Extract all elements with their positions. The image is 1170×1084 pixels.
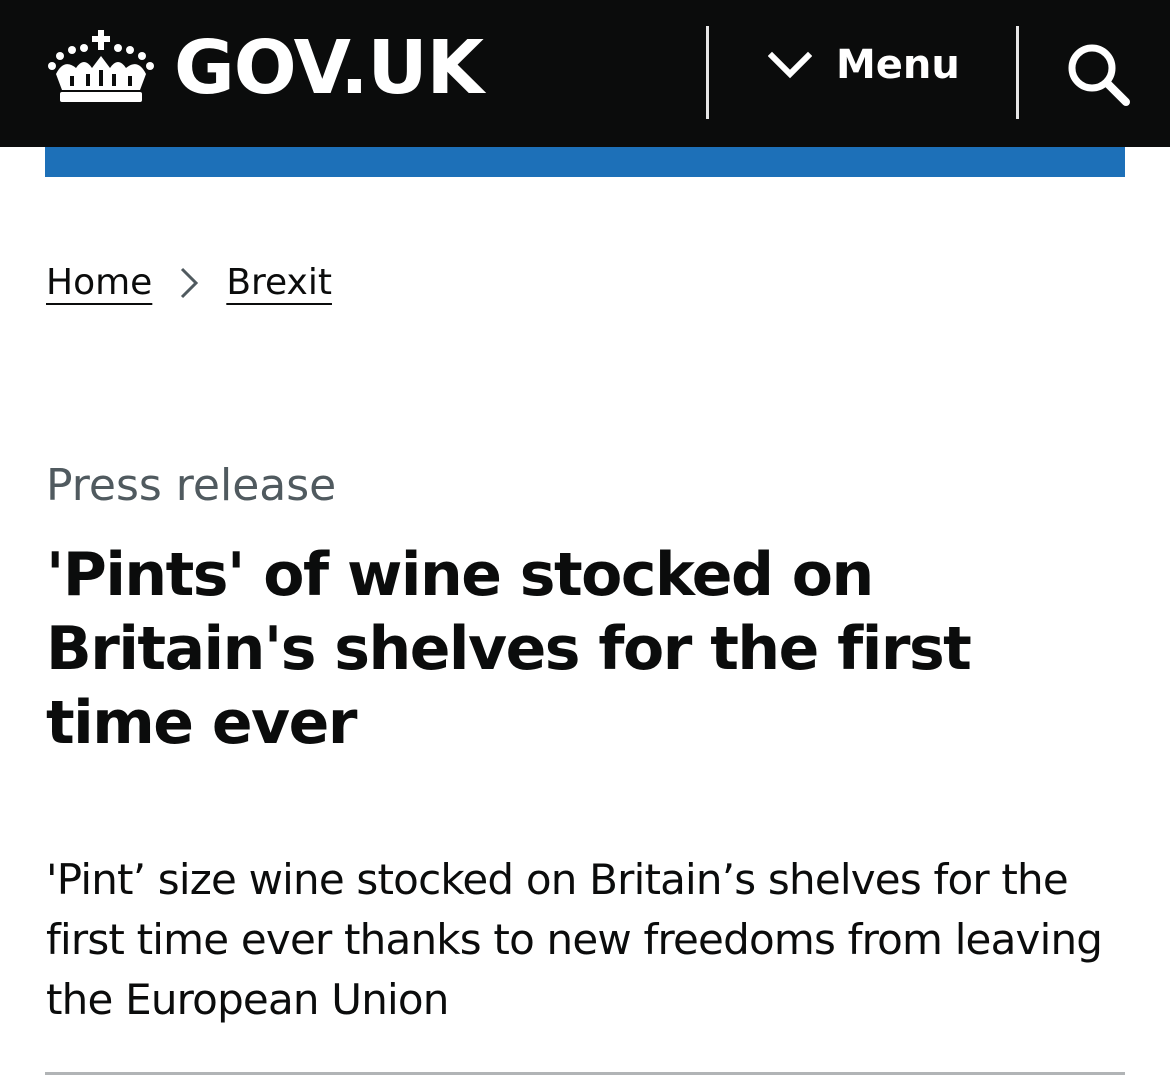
menu-button[interactable]: Menu <box>768 42 960 88</box>
menu-label: Menu <box>836 42 960 88</box>
breadcrumb-home[interactable]: Home <box>46 262 152 303</box>
chevron-down-icon <box>768 51 812 79</box>
govuk-logo-link[interactable]: GOV.UK <box>46 25 484 111</box>
lead-paragraph: 'Pint’ size wine stocked on Britain’s sh… <box>46 855 1103 1024</box>
page: GOV.UK Menu Home Brexit Press release 'P… <box>0 0 1170 1084</box>
breadcrumb: Home Brexit <box>46 262 332 303</box>
header-divider <box>706 26 709 119</box>
breadcrumb-brexit[interactable]: Brexit <box>226 262 332 303</box>
section-divider <box>45 1072 1125 1075</box>
crown-icon <box>48 30 154 102</box>
header-blue-bar <box>45 147 1125 177</box>
page-title: 'Pints' of wine stocked on Britain's she… <box>46 540 972 758</box>
logo-text: GOV.UK <box>174 25 484 111</box>
chevron-right-icon <box>181 267 199 298</box>
site-header: GOV.UK Menu <box>0 0 1170 147</box>
search-icon <box>1068 44 1130 106</box>
search-button[interactable] <box>1062 38 1134 110</box>
header-divider <box>1016 26 1019 119</box>
page-caption: Press release <box>46 460 337 511</box>
